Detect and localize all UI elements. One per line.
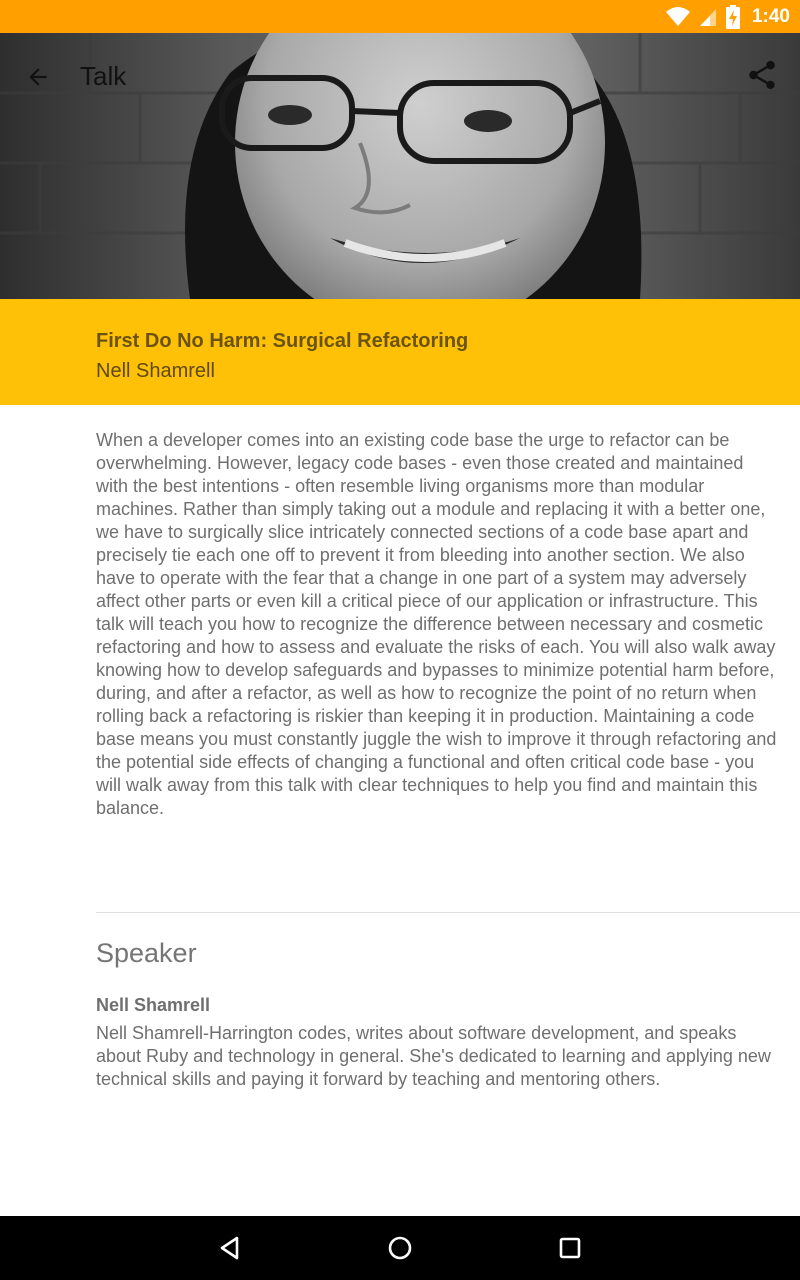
- home-circle-icon: [388, 1236, 412, 1260]
- recents-square-icon: [559, 1237, 581, 1259]
- speaker-section-heading: Speaker: [96, 938, 197, 968]
- speaker-name: Nell Shamrell: [96, 995, 211, 1015]
- battery-charging-icon: [725, 4, 740, 29]
- speaker-bio: Nell Shamrell-Harrington codes, writes a…: [96, 1023, 771, 1089]
- app-bar: Talk: [0, 33, 800, 121]
- system-nav-bar: [0, 1216, 800, 1280]
- back-button[interactable]: [16, 55, 60, 99]
- nav-home-button[interactable]: [378, 1226, 422, 1270]
- arrow-back-icon: [29, 68, 47, 86]
- share-icon: [749, 60, 775, 90]
- talk-speaker: Nell Shamrell: [96, 360, 215, 382]
- wifi-icon: [665, 6, 690, 26]
- share-button[interactable]: [740, 53, 784, 97]
- talk-header: First Do No Harm: Surgical Refactoring N…: [0, 299, 800, 405]
- talk-abstract: When a developer comes into an existing …: [96, 430, 777, 818]
- status-icons: 1:40: [665, 0, 790, 33]
- back-triangle-icon: [220, 1236, 239, 1260]
- cell-signal-icon: [699, 8, 716, 26]
- status-bar: 1:40: [0, 0, 800, 33]
- status-time: 1:40: [751, 5, 790, 27]
- section-divider: [96, 912, 800, 913]
- nav-recents-button[interactable]: [548, 1226, 592, 1270]
- nav-back-button[interactable]: [208, 1226, 252, 1270]
- page-title: Talk: [80, 61, 127, 91]
- talk-title: First Do No Harm: Surgical Refactoring: [96, 330, 469, 352]
